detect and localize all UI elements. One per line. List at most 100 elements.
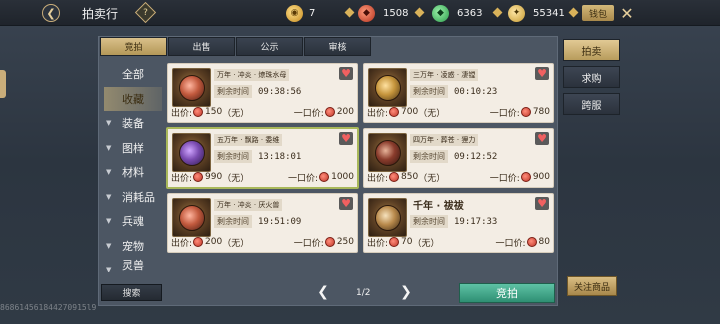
bid-note: （无） [222, 173, 250, 184]
side-tab-purchase-request[interactable]: 求购 [563, 66, 620, 88]
bid-price: 出价: 70 （无） [367, 236, 440, 249]
buyout-label: 一口价: [489, 108, 520, 119]
bid-label: 出价: [171, 173, 193, 184]
jade-icon: ◆ [432, 4, 449, 22]
remaining-time-value: 19:51:09 [258, 216, 302, 227]
red-coin-icon [193, 237, 204, 247]
help-button[interactable]: ? [134, 1, 157, 24]
item-card[interactable]: 万年 · 冲炎 · 燎珠水母 ♥ 剩余时间 09:38:56 出价: 150 （无）… [167, 63, 358, 123]
category-consumables[interactable]: ▼ 消耗品 [104, 185, 162, 210]
buyout-value: 900 [532, 172, 550, 182]
currency-value: 7 [309, 7, 316, 19]
buyout-price: 一口价: 900 [490, 171, 550, 184]
buyout-price: 一口价: 200 [294, 106, 354, 119]
bid-value: 700 [401, 107, 419, 117]
remaining-time-value: 19:17:33 [454, 216, 498, 227]
favorite-heart-icon[interactable]: ♥ [535, 132, 549, 145]
page-title: 拍卖行 [82, 7, 119, 21]
bid-label: 出价: [367, 173, 389, 184]
red-coin-icon [193, 172, 204, 182]
prev-page-icon[interactable]: ❮ [316, 284, 330, 300]
remaining-time-label: 剩余时间 [410, 85, 448, 98]
favorite-heart-icon[interactable]: ♥ [339, 197, 353, 210]
red-gem-icon: ◆ [358, 4, 375, 22]
category-label: 消耗品 [122, 190, 155, 204]
bid-value: 200 [205, 237, 223, 247]
favorite-heart-icon[interactable]: ♥ [535, 197, 549, 210]
currency-value: 55341 [533, 7, 565, 19]
buyout-price: 一口价: 80 [496, 236, 550, 249]
price-row: 出价: 990 （无） 一口价: 1000 [171, 170, 354, 184]
category-patterns[interactable]: ▼ 图样 [104, 136, 162, 161]
tab-sell[interactable]: 出售 [168, 37, 235, 56]
item-icon [172, 133, 211, 172]
remaining-time-label: 剩余时间 [410, 150, 448, 163]
bid-button[interactable]: 竞拍 [459, 283, 555, 303]
bid-note: （无） [222, 108, 250, 119]
time-row: 剩余时间 00:10:23 [410, 85, 497, 98]
chevron-left-icon: ❮ [46, 6, 56, 20]
currency-value: 6363 [457, 7, 483, 19]
bid-note: （无） [412, 238, 440, 249]
category-materials[interactable]: ▼ 材料 [104, 160, 162, 185]
currency-red-gem: ◆ 1508 [358, 4, 408, 22]
category-soldier-soul[interactable]: ▼ 兵魂 [104, 209, 162, 234]
price-row: 出价: 200 （无） 一口价: 250 [171, 235, 354, 249]
category-pets[interactable]: ▼ 宠物 [104, 234, 162, 259]
category-label: 宠物 [122, 239, 144, 253]
side-tab-cross-server[interactable]: 跨服 [563, 93, 620, 115]
uid-watermark: 868614561844270915l9 [0, 303, 97, 312]
favorite-heart-icon[interactable]: ♥ [535, 67, 549, 80]
bid-value: 850 [401, 172, 419, 182]
chevron-down-icon: ▼ [106, 266, 112, 272]
item-name: 万年 · 冲炎 · 燎珠水母 [214, 69, 290, 81]
item-name: 五万年 · 飘路 · 委维 [214, 134, 283, 146]
back-button[interactable]: ❮ [42, 4, 60, 22]
red-coin-icon [193, 107, 204, 117]
item-name: 三万年 · 凌惑 · 凄镗 [410, 69, 479, 81]
category-label: 收藏 [122, 92, 144, 106]
buyout-value: 80 [538, 237, 550, 247]
close-icon[interactable]: ✕ [618, 4, 636, 23]
wallet-button[interactable]: 钱包 [582, 5, 614, 21]
category-label: 图样 [122, 141, 144, 155]
category-equipment[interactable]: ▼ 装备 [104, 111, 162, 136]
next-page-icon[interactable]: ❯ [399, 284, 413, 300]
bid-label: 出价: [171, 108, 193, 119]
category-label: 装备 [122, 117, 144, 131]
buyout-price: 一口价: 250 [294, 236, 354, 249]
item-card[interactable]: 三万年 · 凌惑 · 凄镗 ♥ 剩余时间 00:10:23 出价: 700 （无） … [363, 63, 554, 123]
remaining-time-label: 剩余时间 [214, 215, 252, 228]
category-spirit-beasts[interactable]: ▼ 灵兽 [104, 258, 162, 272]
item-card[interactable]: 千年 · 祓祓 ♥ 剩余时间 19:17:33 出价: 70 （无） 一口价: 80 [363, 193, 554, 253]
category-label: 兵魂 [122, 215, 144, 229]
item-card[interactable]: 四万年 · 葬苍 · 狸力 ♥ 剩余时间 09:12:52 出价: 850 （无） … [363, 128, 554, 188]
category-all[interactable]: 全部 [104, 62, 162, 87]
favorite-heart-icon[interactable]: ♥ [339, 67, 353, 80]
follow-items-button[interactable]: 关注商品 [567, 276, 617, 296]
buyout-price: 一口价: 1000 [288, 171, 354, 184]
beast-portrait-icon [374, 74, 401, 101]
item-card[interactable]: 万年 · 冲炎 · 厌火兽 ♥ 剩余时间 19:51:09 出价: 200 （无） … [167, 193, 358, 253]
buyout-label: 一口价: [293, 108, 324, 119]
side-tab-auction[interactable]: 拍卖 [563, 39, 620, 61]
side-drawer-handle[interactable] [0, 70, 6, 98]
category-list: 全部 收藏 ▼ 装备 ▼ 图样 ▼ 材料 ▼ 消耗品 ▼ 兵魂 ▼ 宠物 ▼ 灵兽 [104, 62, 162, 272]
currency-copper: ◉ 7 [286, 4, 315, 22]
tab-public[interactable]: 公示 [236, 37, 303, 56]
chevron-down-icon: ▼ [106, 241, 112, 250]
chevron-down-icon: ▼ [106, 217, 112, 225]
separator-diamond-icon [414, 7, 425, 18]
auction-tabs: 竞拍 出售 公示 审核 [100, 37, 372, 56]
buyout-value: 1000 [331, 172, 354, 182]
buyout-value: 200 [336, 107, 354, 117]
category-favorites[interactable]: 收藏 [104, 86, 162, 111]
category-label: 灵兽 [122, 259, 144, 272]
favorite-heart-icon[interactable]: ♥ [339, 132, 353, 145]
item-card-selected[interactable]: 五万年 · 飘路 · 委维 ♥ 剩余时间 13:18:01 出价: 990 （无） … [166, 127, 359, 189]
tab-bid[interactable]: 竞拍 [100, 37, 167, 56]
search-button[interactable]: 搜索 [101, 284, 162, 301]
remaining-time-value: 00:10:23 [454, 86, 498, 97]
tab-review[interactable]: 审核 [304, 37, 371, 56]
buyout-price: 一口价: 780 [490, 106, 550, 119]
